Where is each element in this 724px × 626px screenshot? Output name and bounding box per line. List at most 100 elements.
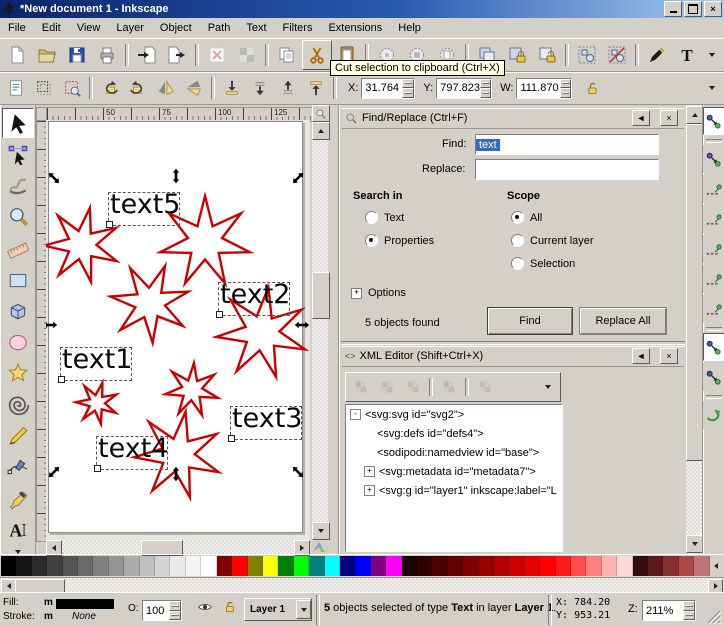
scroll-up-button[interactable]: [312, 122, 330, 140]
canvas-vscrollbar[interactable]: [312, 122, 328, 540]
undock-panel-button[interactable]: ◄: [632, 348, 650, 364]
flip-vertical-button[interactable]: [180, 74, 208, 102]
delete-node-button[interactable]: [436, 374, 462, 400]
xml-tree[interactable]: -<svg:svg id="svg2"><svg:defs id="defs4"…: [345, 404, 563, 552]
tool-calligraphy-button[interactable]: [2, 483, 34, 513]
palette-swatch[interactable]: [540, 556, 555, 576]
text-object-text2[interactable]: text2: [218, 282, 290, 316]
xml-tree-row[interactable]: -<svg:svg id="svg2">: [346, 405, 562, 424]
options-expander[interactable]: + Options: [351, 287, 406, 299]
menu-object[interactable]: Object: [152, 19, 200, 37]
ungroup-button[interactable]: [602, 40, 632, 70]
text-object-text1[interactable]: text1: [60, 347, 132, 381]
palette-swatch[interactable]: [463, 556, 478, 576]
palette-swatch[interactable]: [201, 556, 216, 576]
w-spinner[interactable]: [560, 79, 571, 98]
menu-text[interactable]: Text: [238, 19, 274, 37]
scroll-left-button[interactable]: [1, 579, 16, 593]
replace-all-button[interactable]: Replace All: [579, 307, 667, 335]
layer-selector[interactable]: Layer 1: [244, 598, 312, 621]
palette-swatch[interactable]: [556, 556, 571, 576]
minimize-button[interactable]: [664, 1, 682, 17]
star-shape[interactable]: [76, 383, 116, 424]
clone-button[interactable]: [502, 40, 532, 70]
scale-handle-arrow[interactable]: [290, 464, 306, 480]
canvas-hscrollbar[interactable]: [46, 540, 310, 554]
deselect-button[interactable]: [58, 74, 86, 102]
palette-swatch[interactable]: [355, 556, 370, 576]
palette-swatch[interactable]: [371, 556, 386, 576]
palette-swatch[interactable]: [617, 556, 632, 576]
radio-properties[interactable]: Properties: [365, 234, 434, 247]
palette-swatch[interactable]: [509, 556, 524, 576]
palette-swatch[interactable]: [78, 556, 93, 576]
palette-swatch[interactable]: [417, 556, 432, 576]
palette-scrollbar[interactable]: [0, 578, 724, 592]
import-button[interactable]: [132, 40, 162, 70]
scale-handle-arrow[interactable]: [46, 170, 62, 186]
toolbar-overflow-button[interactable]: [702, 40, 722, 70]
tool-node-button[interactable]: [2, 139, 34, 169]
raise-button[interactable]: [274, 74, 302, 102]
x-field[interactable]: 31.764: [361, 78, 415, 99]
expand-icon[interactable]: +: [364, 485, 375, 496]
opacity-field[interactable]: 100: [142, 600, 182, 621]
flip-horizontal-button[interactable]: [152, 74, 180, 102]
menu-extensions[interactable]: Extensions: [320, 19, 390, 37]
palette-swatch[interactable]: [402, 556, 417, 576]
star-shape[interactable]: [111, 266, 189, 343]
tool-box3d-button[interactable]: [2, 296, 34, 326]
palette-swatch[interactable]: [663, 556, 678, 576]
palette-swatch[interactable]: [309, 556, 324, 576]
tool-zoom-button[interactable]: [2, 202, 34, 232]
y-field[interactable]: 797.823: [436, 78, 492, 99]
new-element-node-button[interactable]: [348, 374, 374, 400]
palette-swatch[interactable]: [170, 556, 185, 576]
palette-swatch[interactable]: [479, 556, 494, 576]
close-panel-button[interactable]: ×: [660, 110, 678, 126]
xml-toolbar-overflow-button[interactable]: [538, 374, 558, 400]
fill-swatch[interactable]: [56, 599, 114, 609]
palette-swatch[interactable]: [571, 556, 586, 576]
lower-button[interactable]: [246, 74, 274, 102]
palette-swatch[interactable]: [294, 556, 309, 576]
fill-stroke-dialog-button[interactable]: [642, 40, 672, 70]
xml-tree-row[interactable]: +<svg:g id="layer1" inkscape:label="L: [346, 481, 562, 500]
palette-swatch[interactable]: [263, 556, 278, 576]
new-text-node-button[interactable]: [374, 374, 400, 400]
palette-swatch[interactable]: [633, 556, 648, 576]
menu-filters[interactable]: Filters: [275, 19, 321, 37]
palette-swatch[interactable]: [124, 556, 139, 576]
select-all-button[interactable]: [2, 74, 30, 102]
radio-all[interactable]: All: [511, 211, 542, 224]
radio-current-layer[interactable]: Current layer: [511, 234, 594, 247]
palette-swatch[interactable]: [679, 556, 694, 576]
zoom-1-1-button[interactable]: [312, 105, 330, 122]
text-object-text3[interactable]: text3: [230, 406, 302, 440]
export-button[interactable]: [162, 40, 192, 70]
dock-scrollbar[interactable]: [686, 105, 702, 554]
palette-swatch[interactable]: [525, 556, 540, 576]
scale-handle-arrow[interactable]: [168, 168, 184, 184]
xml-tree-row[interactable]: <sodipodi:namedview id="base">: [346, 443, 562, 462]
xml-panel-header[interactable]: <> XML Editor (Shift+Ctrl+X) ◄ ×: [342, 346, 684, 367]
palette-swatch[interactable]: [278, 556, 293, 576]
indent-node-button[interactable]: [472, 374, 498, 400]
palette-swatch[interactable]: [232, 556, 247, 576]
text-dialog-button[interactable]: T: [672, 40, 702, 70]
palette-swatch[interactable]: [93, 556, 108, 576]
snap-bbox-edges-button[interactable]: [703, 175, 724, 203]
palette-swatch[interactable]: [586, 556, 601, 576]
raise-to-top-button[interactable]: [302, 74, 330, 102]
toolbar-overflow-button[interactable]: [702, 74, 722, 102]
tool-pen-button[interactable]: [2, 452, 34, 482]
tool-measure-button[interactable]: [2, 233, 34, 263]
tool-pencil-button[interactable]: [2, 421, 34, 451]
lock-ratio-button[interactable]: [578, 74, 606, 102]
vscroll-thumb[interactable]: [312, 272, 330, 319]
palette-swatch[interactable]: [186, 556, 201, 576]
undo-button[interactable]: [202, 40, 232, 70]
tool-tweak-button[interactable]: [2, 171, 34, 201]
rotate-ccw-button[interactable]: [96, 74, 124, 102]
palette-swatch[interactable]: [217, 556, 232, 576]
